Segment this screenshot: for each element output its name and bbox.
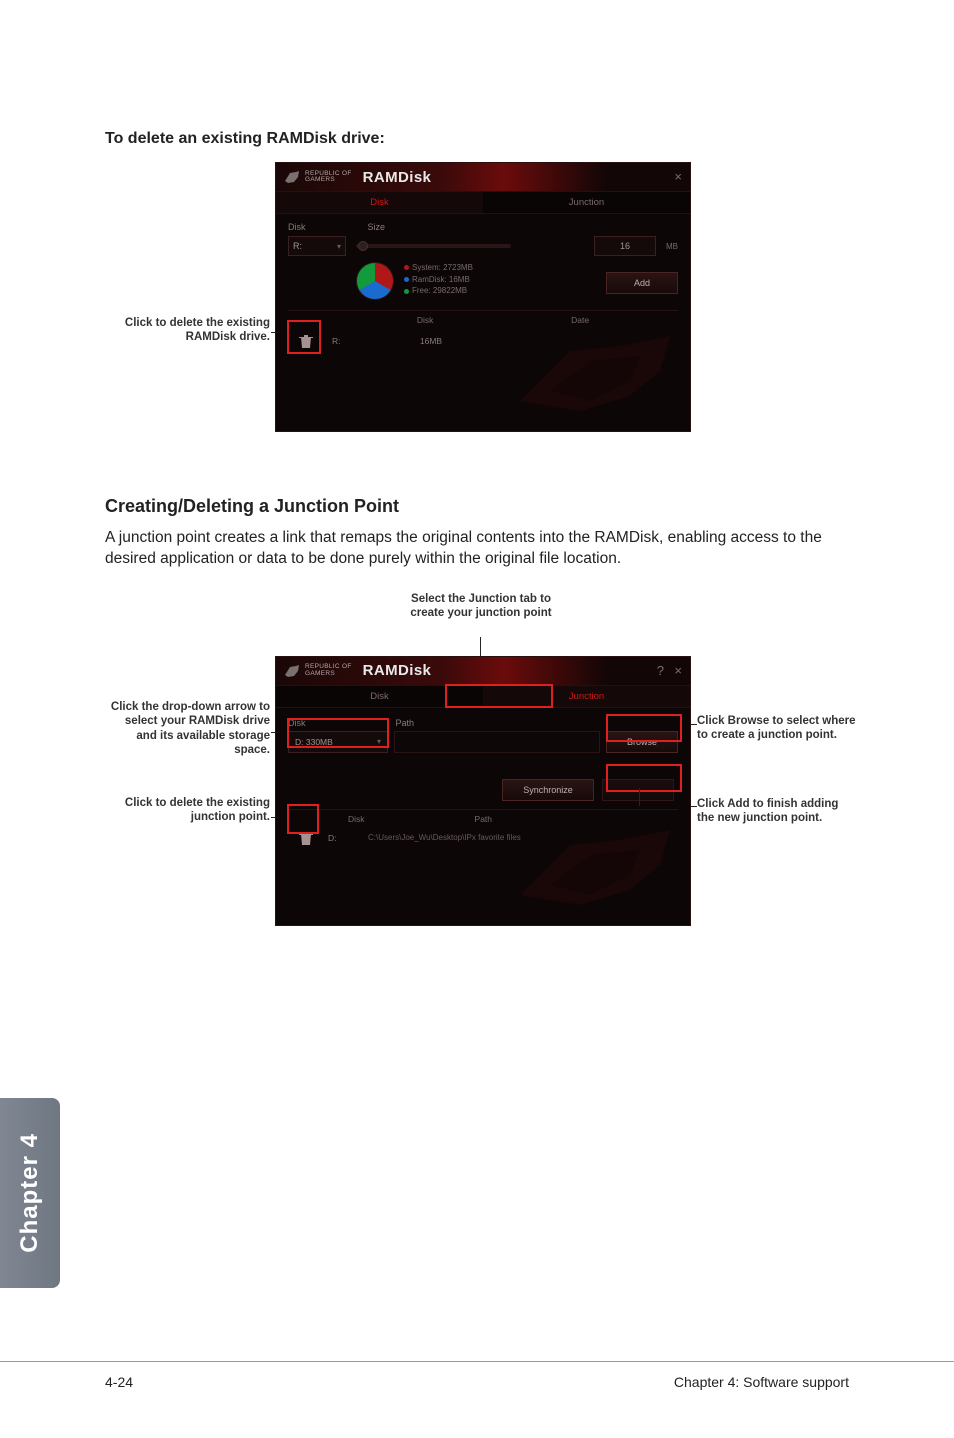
tab-disk[interactable]: Disk: [276, 686, 483, 708]
junction-disk-select[interactable]: D: 330MB ▾: [288, 731, 388, 753]
rog-icon: [284, 663, 300, 679]
list-hdr-path: Path: [475, 814, 493, 824]
rog-logo-watermark: [510, 321, 680, 421]
trash-icon: [299, 830, 313, 846]
memory-stats: System: 2723MB RamDisk: 16MB Free: 29822…: [404, 262, 473, 297]
callout-disk-dropdown: Click the drop-down arrow to select your…: [105, 700, 270, 758]
chevron-down-icon: ▾: [337, 242, 341, 251]
slider-knob[interactable]: [358, 241, 368, 251]
disk-select[interactable]: R: ▾: [288, 236, 346, 256]
chapter-tab-label: Chapter 4: [16, 1133, 44, 1253]
list-hdr-disk: Disk: [348, 814, 365, 824]
callout-junction-tab: Select the Junction tab to create your j…: [401, 592, 561, 621]
list-item-disk: R:: [332, 336, 362, 346]
memory-pie-chart: [356, 262, 394, 300]
delete-drive-button[interactable]: [294, 329, 318, 353]
app-title: RAMDisk: [363, 169, 432, 186]
size-input[interactable]: 16: [594, 236, 656, 256]
chapter-tab: Chapter 4: [0, 1098, 60, 1288]
titlebar: REPUBLIC OF GAMERS RAMDisk ×: [276, 163, 690, 191]
tabs: Disk Junction: [276, 685, 690, 708]
junction-path-input[interactable]: [394, 731, 600, 753]
tab-junction[interactable]: Junction: [483, 686, 690, 708]
size-slider[interactable]: [356, 244, 511, 248]
junction-heading: Creating/Deleting a Junction Point: [105, 496, 849, 517]
trash-icon: [299, 333, 313, 349]
add-button[interactable]: Add: [606, 272, 678, 294]
close-icon[interactable]: ×: [674, 663, 682, 678]
synchronize-button[interactable]: Synchronize: [502, 779, 594, 801]
callout-add: Click Add to finish adding the new junct…: [697, 797, 857, 826]
help-icon[interactable]: ?: [657, 663, 664, 678]
delete-drive-heading: To delete an existing RAMDisk drive:: [105, 130, 849, 148]
label-disk: Disk: [288, 718, 306, 728]
junction-body-text: A junction point creates a link that rem…: [105, 527, 849, 570]
brand-line2: GAMERS: [305, 671, 352, 678]
list-hdr-disk: Disk: [417, 315, 434, 325]
tab-disk[interactable]: Disk: [276, 192, 483, 214]
junction-disk-value: D: 330MB: [295, 737, 333, 747]
brand-logo: REPUBLIC OF GAMERS RAMDisk: [284, 662, 431, 679]
brand-logo: REPUBLIC OF GAMERS RAMDisk: [284, 169, 431, 186]
figure-2: Select the Junction tab to create your j…: [105, 592, 849, 982]
list-item-size: 16MB: [376, 336, 486, 346]
stat-system: System: 2723MB: [412, 263, 473, 272]
app-title: RAMDisk: [363, 662, 432, 679]
size-unit: MB: [666, 242, 678, 251]
page-number: 4-24: [105, 1374, 133, 1390]
delete-junction-button[interactable]: [294, 826, 318, 850]
junction-item-disk: D:: [328, 833, 358, 843]
tabs: Disk Junction: [276, 191, 690, 214]
page-footer: 4-24 Chapter 4: Software support: [0, 1361, 954, 1390]
label-disk: Disk: [288, 222, 306, 232]
close-icon[interactable]: ×: [674, 169, 682, 184]
callout-browse: Click Browse to select where to create a…: [697, 714, 857, 743]
browse-button[interactable]: Browse: [606, 731, 678, 753]
rog-logo-watermark: [510, 815, 680, 915]
ramdisk-window-disk: REPUBLIC OF GAMERS RAMDisk × Disk Juncti…: [275, 162, 691, 432]
stat-ramdisk: RamDisk: 16MB: [412, 275, 470, 284]
chapter-title: Chapter 4: Software support: [674, 1374, 849, 1390]
rog-icon: [284, 169, 300, 185]
callout-delete-junction: Click to delete the existing junction po…: [105, 796, 270, 825]
brand-line2: GAMERS: [305, 177, 352, 184]
stat-free: Free: 29822MB: [412, 286, 467, 295]
callout-delete-drive: Click to delete the existing RAMDisk dri…: [115, 316, 270, 345]
tab-junction[interactable]: Junction: [483, 192, 690, 214]
figure-1: Click to delete the existing RAMDisk dri…: [105, 162, 849, 462]
add-junction-button[interactable]: [602, 779, 674, 801]
label-size: Size: [368, 222, 386, 232]
lead-line: [639, 788, 640, 806]
chevron-down-icon: ▾: [377, 737, 381, 746]
disk-select-value: R:: [293, 241, 302, 251]
label-path: Path: [396, 718, 415, 728]
ramdisk-window-junction: REPUBLIC OF GAMERS RAMDisk ? × Disk Junc…: [275, 656, 691, 926]
titlebar: REPUBLIC OF GAMERS RAMDisk ? ×: [276, 657, 690, 685]
